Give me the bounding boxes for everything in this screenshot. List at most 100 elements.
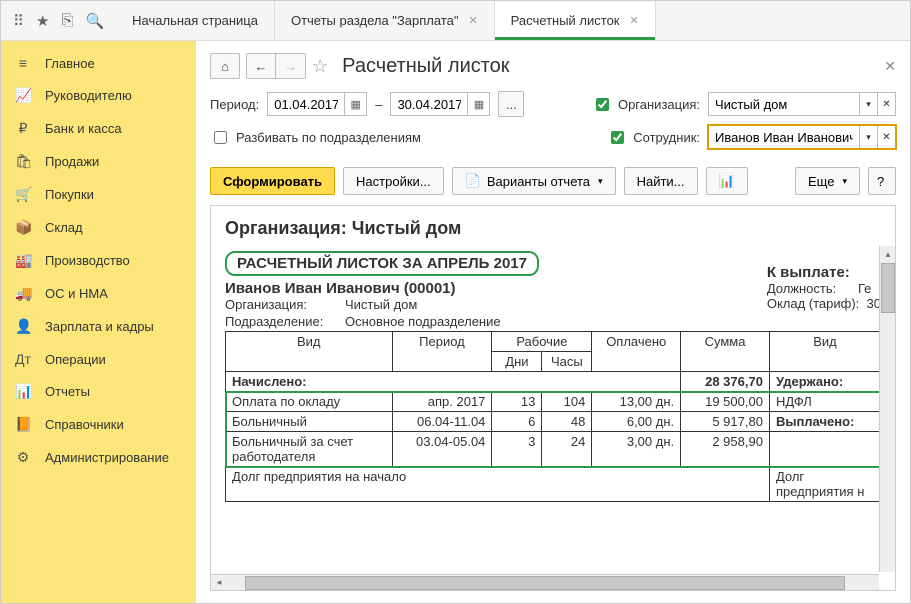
calendar-icon[interactable]: ▦ <box>467 93 489 115</box>
cell-paid: 3,00 дн. <box>592 432 681 467</box>
nav-main[interactable]: ≡ Главное <box>1 47 195 79</box>
nav-operations[interactable]: ДтОперации <box>1 343 195 375</box>
chart-icon: 📈 <box>15 87 31 104</box>
horizontal-scrollbar[interactable]: ◂ <box>211 574 879 590</box>
help-button[interactable]: ? <box>868 167 896 195</box>
org-select[interactable]: ▾ ✕ <box>708 92 896 116</box>
th-hours: Часы <box>542 352 592 372</box>
th-type2: Вид <box>769 332 880 372</box>
date-from-input[interactable]: ▦ <box>267 92 367 116</box>
chevron-down-icon: ▾ <box>598 176 603 187</box>
clipboard-icon[interactable]: ⎘ <box>61 12 73 29</box>
scroll-up-icon[interactable]: ▴ <box>880 246 896 262</box>
nav-admin[interactable]: ⚙Администрирование <box>1 441 195 474</box>
titlebar: ⠿ ★ ⎘ 🔍 Начальная страница Отчеты раздел… <box>1 1 910 41</box>
date-to-field[interactable] <box>391 97 467 112</box>
nav-label: Банк и касса <box>45 121 122 136</box>
period-ellipsis-button[interactable]: ... <box>498 91 524 117</box>
emp-checkbox[interactable]: Сотрудник: <box>607 128 700 147</box>
cell-sum: 19 500,00 <box>681 392 770 412</box>
th-days: Дни <box>492 352 542 372</box>
nav-assets[interactable]: 🚚ОС и НМА <box>1 277 195 310</box>
close-icon[interactable]: ✕ <box>468 14 477 27</box>
nav-salary[interactable]: 👤Зарплата и кадры <box>1 310 195 343</box>
dash: – <box>375 97 382 112</box>
tab-payslip[interactable]: Расчетный листок ✕ <box>495 1 656 40</box>
nav-sales[interactable]: 🛍Продажи <box>1 145 195 178</box>
titlebar-icons: ⠿ ★ ⎘ 🔍 <box>1 1 116 40</box>
tab-home[interactable]: Начальная страница <box>116 1 275 40</box>
close-page-button[interactable]: ✕ <box>884 58 896 75</box>
nav-manager[interactable]: 📈 Руководителю <box>1 79 195 112</box>
scroll-left-icon[interactable]: ◂ <box>211 575 227 591</box>
tab-reports[interactable]: Отчеты раздела "Зарплата" ✕ <box>275 1 495 40</box>
chevron-down-icon[interactable]: ▾ <box>859 126 877 148</box>
debt-end: Долг предприятия н <box>769 467 880 502</box>
nav-label: Зарплата и кадры <box>45 319 154 334</box>
scroll-thumb[interactable] <box>881 263 895 313</box>
org-label: Организация: <box>618 97 700 112</box>
chart-button[interactable]: 📊 <box>706 167 748 195</box>
scroll-thumb[interactable] <box>245 576 845 590</box>
variants-button[interactable]: 📄Варианты отчета▾ <box>452 167 616 195</box>
split-check[interactable] <box>214 131 227 144</box>
cell-period: 03.04-05.04 <box>392 432 492 467</box>
position-label: Должность: <box>767 281 836 296</box>
employee-select[interactable]: ▾ ✕ <box>708 125 896 149</box>
meta-value: Основное подразделение <box>345 314 501 329</box>
nav-refs[interactable]: 📙Справочники <box>1 408 195 441</box>
clear-icon[interactable]: ✕ <box>877 93 895 115</box>
emp-check[interactable] <box>611 131 624 144</box>
nav-warehouse[interactable]: 📦Склад <box>1 211 195 244</box>
employee-field[interactable] <box>709 130 859 145</box>
content-area: ⌂ ← → ☆ Расчетный листок ✕ Период: ▦ – <box>196 41 910 603</box>
search-icon[interactable]: 🔍 <box>85 12 104 30</box>
nav-reports[interactable]: 📊Отчеты <box>1 375 195 408</box>
org-field[interactable] <box>709 97 859 112</box>
org-checkbox[interactable]: Организация: <box>592 95 700 114</box>
sidebar: ≡ Главное 📈 Руководителю ₽Банк и касса 🛍Пр… <box>1 41 196 603</box>
tab-label: Расчетный листок <box>511 13 620 28</box>
cell-name: Больничный <box>226 412 393 432</box>
nav-label: Руководителю <box>45 88 132 103</box>
star-icon[interactable]: ★ <box>36 12 49 30</box>
chevron-down-icon[interactable]: ▾ <box>859 93 877 115</box>
nav-label: Главное <box>45 56 95 71</box>
find-button[interactable]: Найти... <box>624 167 698 195</box>
report-org-header: Организация: Чистый дом <box>225 218 881 239</box>
close-icon[interactable]: ✕ <box>630 14 639 27</box>
date-from-field[interactable] <box>268 97 344 112</box>
tab-label: Начальная страница <box>132 13 258 28</box>
settings-button[interactable]: Настройки... <box>343 167 444 195</box>
cell-paid: 6,00 дн. <box>592 412 681 432</box>
withheld-label: Удержано: <box>769 372 880 392</box>
home-button[interactable]: ⌂ <box>210 53 240 79</box>
org-check[interactable] <box>596 98 609 111</box>
calendar-icon[interactable]: ▦ <box>344 93 366 115</box>
accrued-sum: 28 376,70 <box>681 372 770 392</box>
cell-name: Оплата по окладу <box>226 392 393 412</box>
app-body: ≡ Главное 📈 Руководителю ₽Банк и касса 🛍Пр… <box>1 41 910 603</box>
vertical-scrollbar[interactable]: ▴ <box>879 246 895 572</box>
forward-button[interactable]: → <box>276 53 306 79</box>
gear-icon: ⚙ <box>15 449 31 466</box>
cell-period: 06.04-11.04 <box>392 412 492 432</box>
nav-production[interactable]: 🏭Производство <box>1 244 195 277</box>
nav-purchases[interactable]: 🛒Покупки <box>1 178 195 211</box>
cell-hours: 48 <box>542 412 592 432</box>
report-preview: Организация: Чистый дом РАСЧЕТНЫЙ ЛИСТОК… <box>210 205 896 591</box>
favorite-icon[interactable]: ☆ <box>312 56 328 77</box>
table-row: Оплата по окладуапр. 20171310413,00 дн.1… <box>226 392 881 412</box>
back-button[interactable]: ← <box>246 53 276 79</box>
apps-icon[interactable]: ⠿ <box>13 12 24 30</box>
nav-label: Склад <box>45 220 83 235</box>
generate-button[interactable]: Сформировать <box>210 167 335 195</box>
app-window: ⠿ ★ ⎘ 🔍 Начальная страница Отчеты раздел… <box>0 0 911 604</box>
nav-label: Справочники <box>45 417 124 432</box>
date-to-input[interactable]: ▦ <box>390 92 490 116</box>
menu-icon: ≡ <box>15 55 31 71</box>
nav-bank[interactable]: ₽Банк и касса <box>1 112 195 145</box>
clear-icon[interactable]: ✕ <box>877 126 895 148</box>
more-button[interactable]: Еще▾ <box>795 167 860 195</box>
split-checkbox[interactable]: Разбивать по подразделениям <box>210 128 421 147</box>
